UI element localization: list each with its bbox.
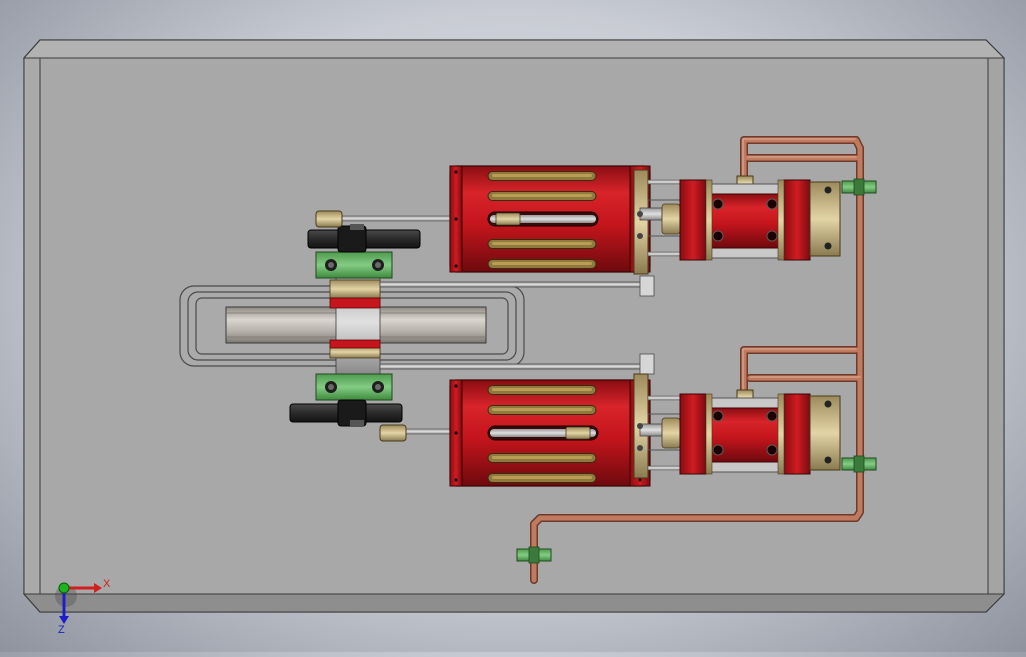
cad-model-view[interactable]: X Z: [0, 0, 1026, 652]
y-axis-dot: [58, 582, 70, 594]
pipe-clip-top: [841, 178, 877, 196]
cylinder-top: [449, 165, 651, 273]
z-axis-label: Z: [58, 624, 65, 636]
valve-chest-bottom: [679, 393, 841, 475]
bearing-top: [315, 251, 393, 279]
cad-viewport[interactable]: X Z: [0, 0, 1026, 652]
bearing-bottom: [315, 373, 393, 401]
cylinder-bottom: [449, 379, 651, 487]
pipe-clip-bottom: [516, 546, 552, 564]
x-axis-label: X: [103, 578, 111, 590]
valve-chest-top: [679, 179, 841, 261]
eccentric-wheel-bottom: [289, 399, 403, 427]
crankshaft: [329, 269, 381, 375]
pipe-clip-middle: [841, 455, 877, 473]
